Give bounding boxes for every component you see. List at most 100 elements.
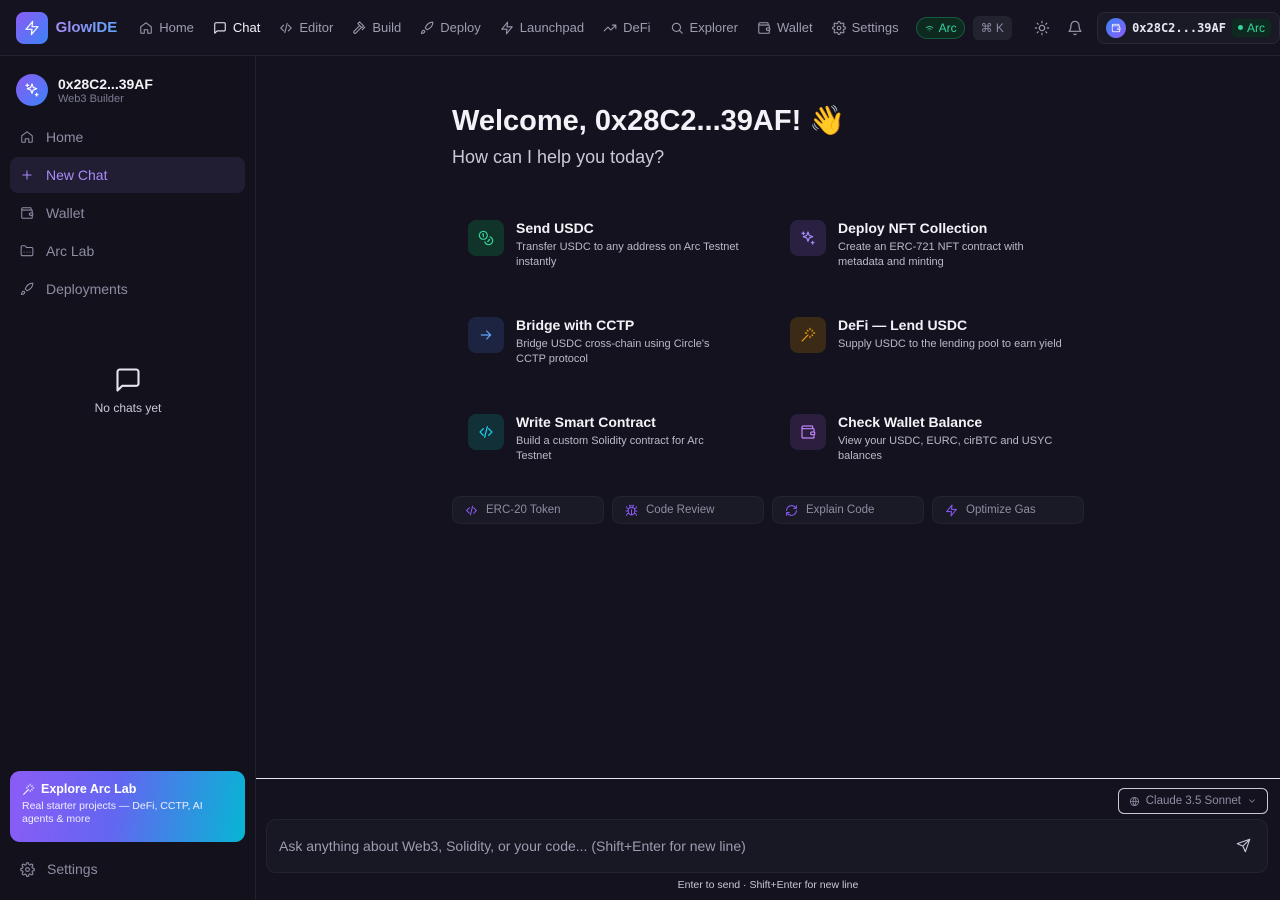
nav-home-label: Home: [159, 20, 194, 35]
trend-icon: [603, 21, 617, 35]
chat-bubble-icon: [114, 366, 142, 394]
theme-toggle-button[interactable]: [1026, 12, 1058, 44]
sparkles-icon: [800, 230, 816, 246]
card-icon: [790, 414, 826, 450]
empty-chats-label: No chats yet: [94, 401, 162, 415]
nav-wallet-label: Wallet: [776, 20, 813, 35]
search-icon: [670, 21, 684, 35]
card-check-balance[interactable]: Check Wallet Balance View your USDC, EUR…: [774, 396, 1096, 493]
sidebar-item-new-chat[interactable]: New Chat: [10, 157, 245, 193]
gear-icon: [832, 21, 846, 35]
nav-launchpad[interactable]: Launchpad: [492, 14, 592, 41]
chat-input[interactable]: [279, 820, 1209, 872]
sidebar-settings-button[interactable]: Settings: [20, 861, 98, 877]
rocket-icon: [20, 282, 34, 296]
card-bridge-cctp[interactable]: Bridge with CCTP Bridge USDC cross-chain…: [452, 299, 774, 396]
profile-name: 0x28C2...39AF: [58, 75, 153, 92]
send-button[interactable]: [1236, 838, 1251, 853]
nav-explorer-label: Explorer: [689, 20, 738, 35]
wifi-icon: [924, 22, 935, 33]
card-description: Bridge USDC cross-chain using Circle's C…: [516, 338, 710, 365]
nav-home[interactable]: Home: [131, 14, 202, 41]
sidebar-item-home[interactable]: Home: [10, 119, 245, 155]
sidebar-item-label: Wallet: [46, 205, 85, 221]
nav-defi[interactable]: DeFi: [595, 14, 658, 41]
composer-hint: Enter to send · Shift+Enter for new line: [677, 879, 859, 891]
code-icon: [478, 424, 494, 440]
card-description: Build a custom Solidity contract for Arc…: [516, 435, 704, 462]
app-name[interactable]: GlowIDE: [56, 19, 118, 36]
nav-deploy[interactable]: Deploy: [412, 14, 488, 41]
wallet-icon: [1111, 23, 1121, 33]
wand-icon: [800, 327, 816, 343]
logo-icon[interactable]: [16, 11, 48, 44]
card-title: Check Wallet Balance: [838, 414, 983, 430]
nav-editor[interactable]: Editor: [271, 14, 341, 41]
page-subtitle: How can I help you today?: [452, 147, 665, 167]
wallet-icon: [757, 21, 771, 35]
bug-icon: [625, 504, 638, 517]
sidebar-item-wallet[interactable]: Wallet: [10, 195, 245, 231]
nav-explorer[interactable]: Explorer: [662, 14, 746, 41]
chip-label: Explain Code: [806, 504, 875, 516]
code-icon: [279, 21, 293, 35]
chat-icon: [213, 21, 227, 35]
card-description: Transfer USDC to any address on Arc Test…: [516, 241, 739, 268]
chip-explain-code[interactable]: Explain Code: [772, 496, 924, 524]
model-selector[interactable]: Claude 3.5 Sonnet: [1117, 788, 1268, 814]
network-status-pill[interactable]: Arc: [915, 16, 965, 39]
card-icon: [468, 414, 504, 450]
chip-label: Code Review: [646, 504, 715, 516]
globe-icon: [1129, 796, 1140, 807]
refresh-icon: [785, 504, 798, 517]
wallet-network-badge: Arc: [1231, 18, 1271, 37]
explore-arc-lab-card[interactable]: Explore Arc Lab Real starter projects — …: [10, 771, 245, 842]
nav-build[interactable]: Build: [344, 14, 409, 41]
chip-code-review[interactable]: Code Review: [612, 496, 764, 524]
chat-input-container: [266, 819, 1268, 873]
nav-wallet[interactable]: Wallet: [749, 14, 821, 41]
chevron-down-icon: [1247, 796, 1257, 806]
sidebar: 0x28C2...39AF Web3 Builder Home New Chat…: [0, 56, 256, 900]
nav-chat[interactable]: Chat: [205, 14, 268, 41]
folder-icon: [20, 244, 34, 258]
network-status-label: Arc: [938, 20, 957, 35]
sidebar-item-label: Deployments: [46, 281, 128, 297]
quick-action-chips: ERC-20 Token Code Review Explain Code Op…: [452, 496, 1084, 524]
sparkles-icon: [24, 82, 40, 98]
sidebar-item-label: New Chat: [46, 167, 108, 183]
nav-deploy-label: Deploy: [440, 20, 481, 35]
card-description: View your USDC, EURC, cirBTC and USYC ba…: [838, 435, 1053, 462]
chip-label: Optimize Gas: [966, 504, 1036, 516]
card-icon: [468, 220, 504, 256]
card-send-usdc[interactable]: Send USDC Transfer USDC to any address o…: [452, 202, 774, 299]
card-title: Send USDC: [516, 220, 594, 236]
card-defi-lend[interactable]: DeFi — Lend USDC Supply USDC to the lend…: [774, 299, 1096, 396]
promo-description: Real starter projects — DeFi, CCTP, AI a…: [22, 800, 203, 825]
wand-icon: [22, 783, 35, 796]
chip-optimize-gas[interactable]: Optimize Gas: [932, 496, 1084, 524]
nav-launchpad-label: Launchpad: [519, 20, 585, 35]
wallet-avatar: [1106, 17, 1127, 38]
profile[interactable]: 0x28C2...39AF Web3 Builder: [16, 74, 153, 106]
sidebar-item-label: Arc Lab: [46, 243, 95, 259]
avatar: [16, 74, 48, 106]
sidebar-settings-label: Settings: [47, 861, 98, 877]
card-write-contract[interactable]: Write Smart Contract Build a custom Soli…: [452, 396, 774, 493]
nav-editor-label: Editor: [299, 20, 334, 35]
wallet-chip[interactable]: 0x28C2...39AF Arc: [1097, 11, 1280, 44]
card-icon: [468, 317, 504, 353]
nav-chat-label: Chat: [232, 20, 261, 35]
code-icon: [465, 504, 478, 517]
card-deploy-nft[interactable]: Deploy NFT Collection Create an ERC-721 …: [774, 202, 1096, 299]
nav-settings[interactable]: Settings: [824, 14, 907, 41]
sidebar-item-label: Home: [46, 129, 84, 145]
sidebar-item-deployments[interactable]: Deployments: [10, 271, 245, 307]
command-palette-button[interactable]: ⌘ K: [972, 15, 1012, 40]
sidebar-item-arc-lab[interactable]: Arc Lab: [10, 233, 245, 269]
gear-icon: [20, 862, 35, 877]
card-title: Write Smart Contract: [516, 414, 656, 430]
home-icon: [20, 130, 34, 144]
chip-erc20-token[interactable]: ERC-20 Token: [452, 496, 604, 524]
notifications-button[interactable]: [1060, 12, 1092, 44]
